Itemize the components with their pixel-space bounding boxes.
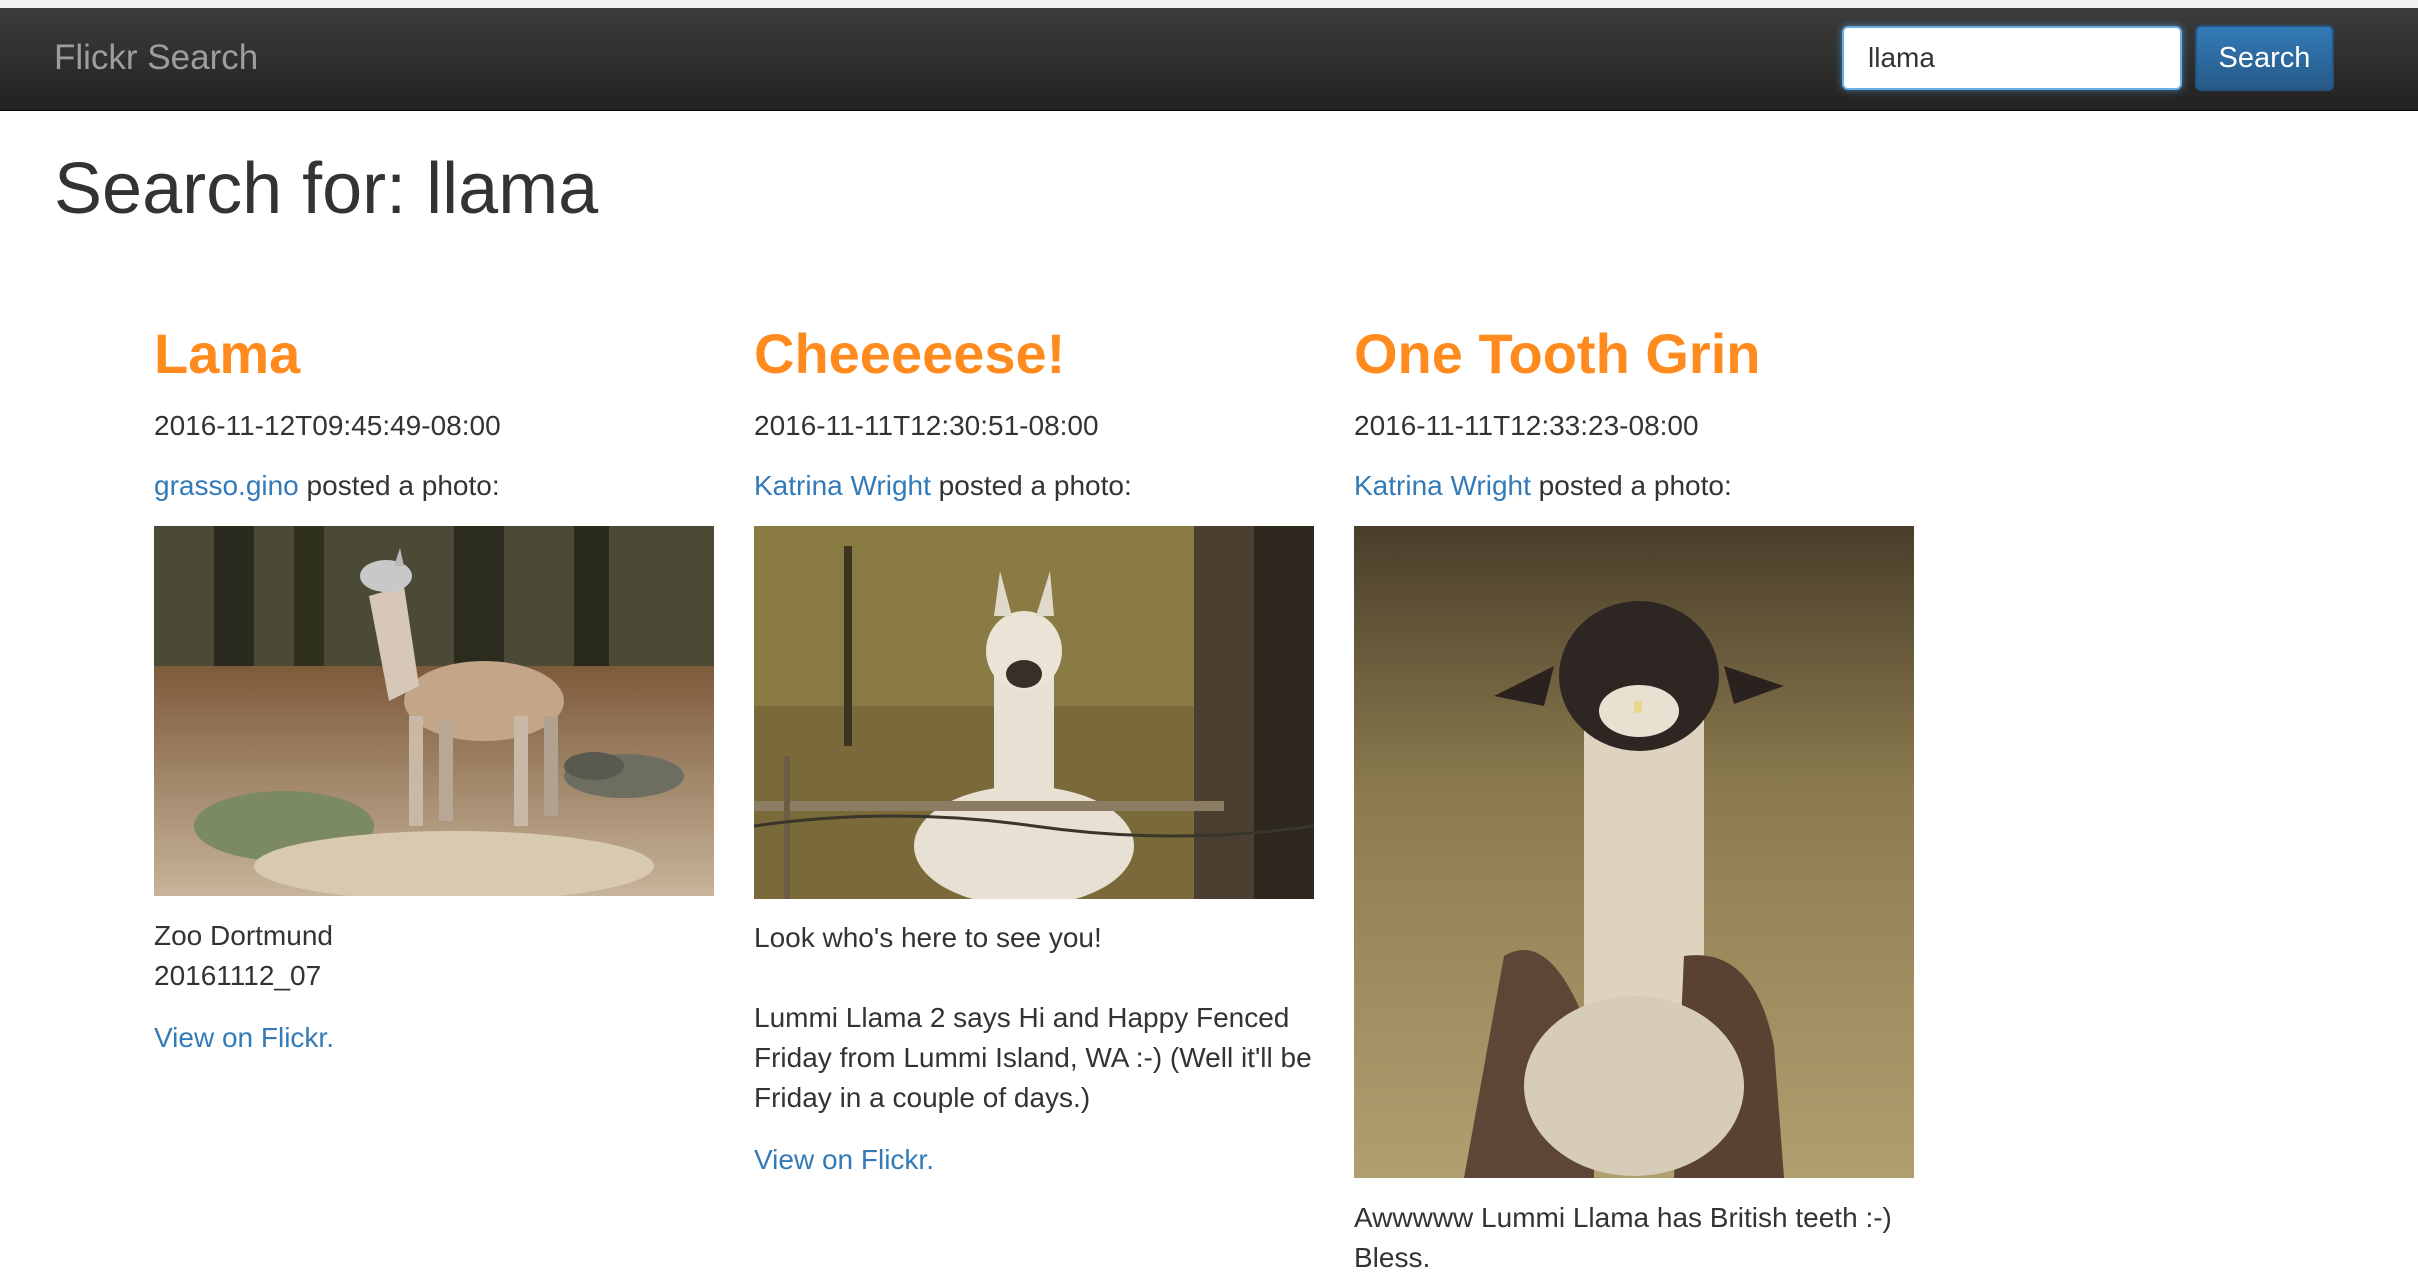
author-link[interactable]: Katrina Wright bbox=[1354, 470, 1531, 501]
result-date: 2016-11-11T12:30:51-08:00 bbox=[754, 410, 1099, 441]
description-line: Zoo Dortmund bbox=[154, 920, 333, 951]
view-on-flickr-line: View on Flickr. bbox=[754, 1140, 934, 1180]
description-line: Friday from Lummi Island, WA :-) (Well i… bbox=[754, 1042, 1312, 1073]
result-date: 2016-11-12T09:45:49-08:00 bbox=[154, 410, 501, 441]
author-line: Katrina Wright posted a photo: bbox=[754, 466, 1132, 506]
photo-one-tooth-grin[interactable] bbox=[1354, 526, 1914, 1178]
search-input[interactable] bbox=[1842, 26, 2182, 90]
result-title: Lama bbox=[154, 322, 301, 385]
view-on-flickr-link[interactable]: View on Flickr. bbox=[154, 1022, 334, 1053]
view-on-flickr-link[interactable]: View on Flickr. bbox=[754, 1144, 934, 1175]
page-title: Search for: llama bbox=[54, 149, 599, 229]
result-date: 2016-11-11T12:33:23-08:00 bbox=[1354, 410, 1699, 441]
description-line bbox=[754, 958, 1334, 998]
result-description: Look who's here to see you! Lummi Llama … bbox=[754, 918, 1334, 1118]
author-line: grasso.gino posted a photo: bbox=[154, 466, 500, 506]
posted-text: posted a photo: bbox=[298, 470, 500, 501]
description-line: Awwwww Lummi Llama has British teeth :-) bbox=[1354, 1202, 1892, 1233]
brand-link[interactable]: Flickr Search bbox=[54, 36, 258, 80]
description-line: Lummi Llama 2 says Hi and Happy Fenced bbox=[754, 1002, 1290, 1033]
result-description: Zoo Dortmund 20161112_07 bbox=[154, 916, 734, 996]
result-title: Cheeeeese! bbox=[754, 322, 1066, 385]
description-line: Look who's here to see you! bbox=[754, 922, 1102, 953]
photo-lama[interactable] bbox=[154, 526, 714, 896]
result-title: One Tooth Grin bbox=[1354, 322, 1761, 385]
navbar: Flickr Search Search bbox=[0, 8, 2418, 111]
posted-text: posted a photo: bbox=[1530, 470, 1732, 501]
search-button[interactable]: Search bbox=[2195, 25, 2334, 91]
description-line: 20161112_07 bbox=[154, 960, 322, 991]
description-line: Friday in a couple of days.) bbox=[754, 1082, 1091, 1113]
author-line: Katrina Wright posted a photo: bbox=[1354, 466, 1732, 506]
posted-text: posted a photo: bbox=[930, 470, 1132, 501]
view-on-flickr-line: View on Flickr. bbox=[154, 1018, 334, 1058]
result-description: Awwwww Lummi Llama has British teeth :-)… bbox=[1354, 1198, 1934, 1278]
browser-top-edge bbox=[0, 0, 2418, 8]
photo-cheeeeese[interactable] bbox=[754, 526, 1314, 899]
author-link[interactable]: Katrina Wright bbox=[754, 470, 931, 501]
description-line: Bless. bbox=[1354, 1242, 1431, 1273]
author-link[interactable]: grasso.gino bbox=[154, 470, 299, 501]
